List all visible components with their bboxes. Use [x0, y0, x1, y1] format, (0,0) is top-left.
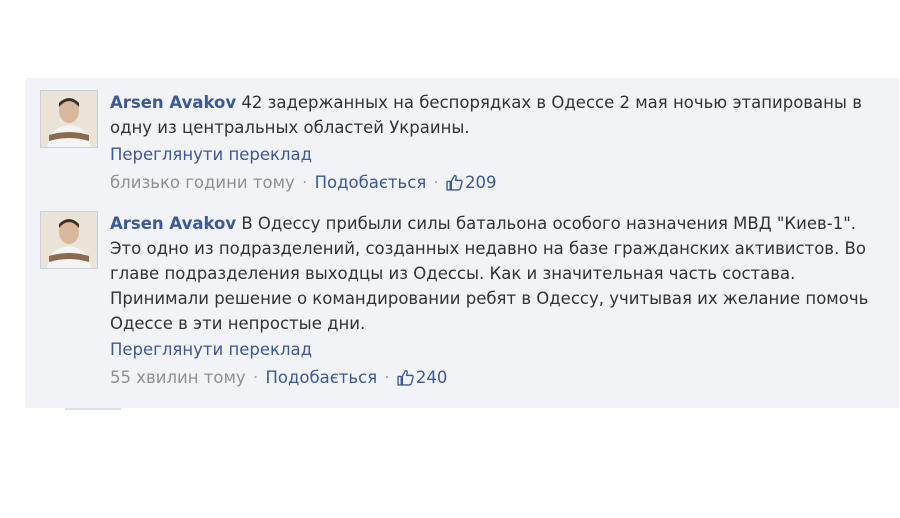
avatar-photo — [41, 91, 97, 147]
avatar-photo — [41, 212, 97, 268]
author-link[interactable]: Arsen Avakov — [110, 93, 236, 112]
next-comment-stub — [65, 408, 121, 410]
comment-body: Arsen Avakov В Одессу прибыли силы батал… — [110, 211, 870, 336]
like-link[interactable]: Подобається — [265, 368, 377, 387]
see-translation-link[interactable]: Переглянути переклад — [110, 144, 312, 166]
see-translation-link[interactable]: Переглянути переклад — [110, 339, 312, 361]
like-count-value: 240 — [415, 368, 448, 387]
like-link[interactable]: Подобається — [315, 173, 427, 192]
comment-meta: близько години тому · Подобається · 209 — [110, 172, 497, 194]
thumbs-up-icon — [446, 174, 463, 191]
like-count[interactable]: 240 — [397, 368, 448, 387]
comment-meta: 55 хвилин тому · Подобається · 240 — [110, 367, 447, 389]
like-count-value: 209 — [465, 173, 497, 192]
like-count[interactable]: 209 — [446, 173, 497, 192]
author-link[interactable]: Arsen Avakov — [110, 214, 236, 233]
timestamp[interactable]: 55 хвилин тому — [110, 368, 246, 387]
timestamp[interactable]: близько години тому — [110, 173, 295, 192]
separator: · — [252, 368, 259, 387]
comment-feed: Arsen Avakov 42 задержанных на беспорядк… — [25, 78, 899, 410]
separator: · — [384, 368, 390, 387]
avatar[interactable] — [40, 211, 98, 269]
comment-body: Arsen Avakov 42 задержанных на беспорядк… — [110, 90, 870, 140]
thumbs-up-icon — [397, 369, 414, 386]
avatar[interactable] — [40, 90, 98, 148]
separator: · — [302, 173, 308, 192]
separator: · — [433, 173, 439, 192]
